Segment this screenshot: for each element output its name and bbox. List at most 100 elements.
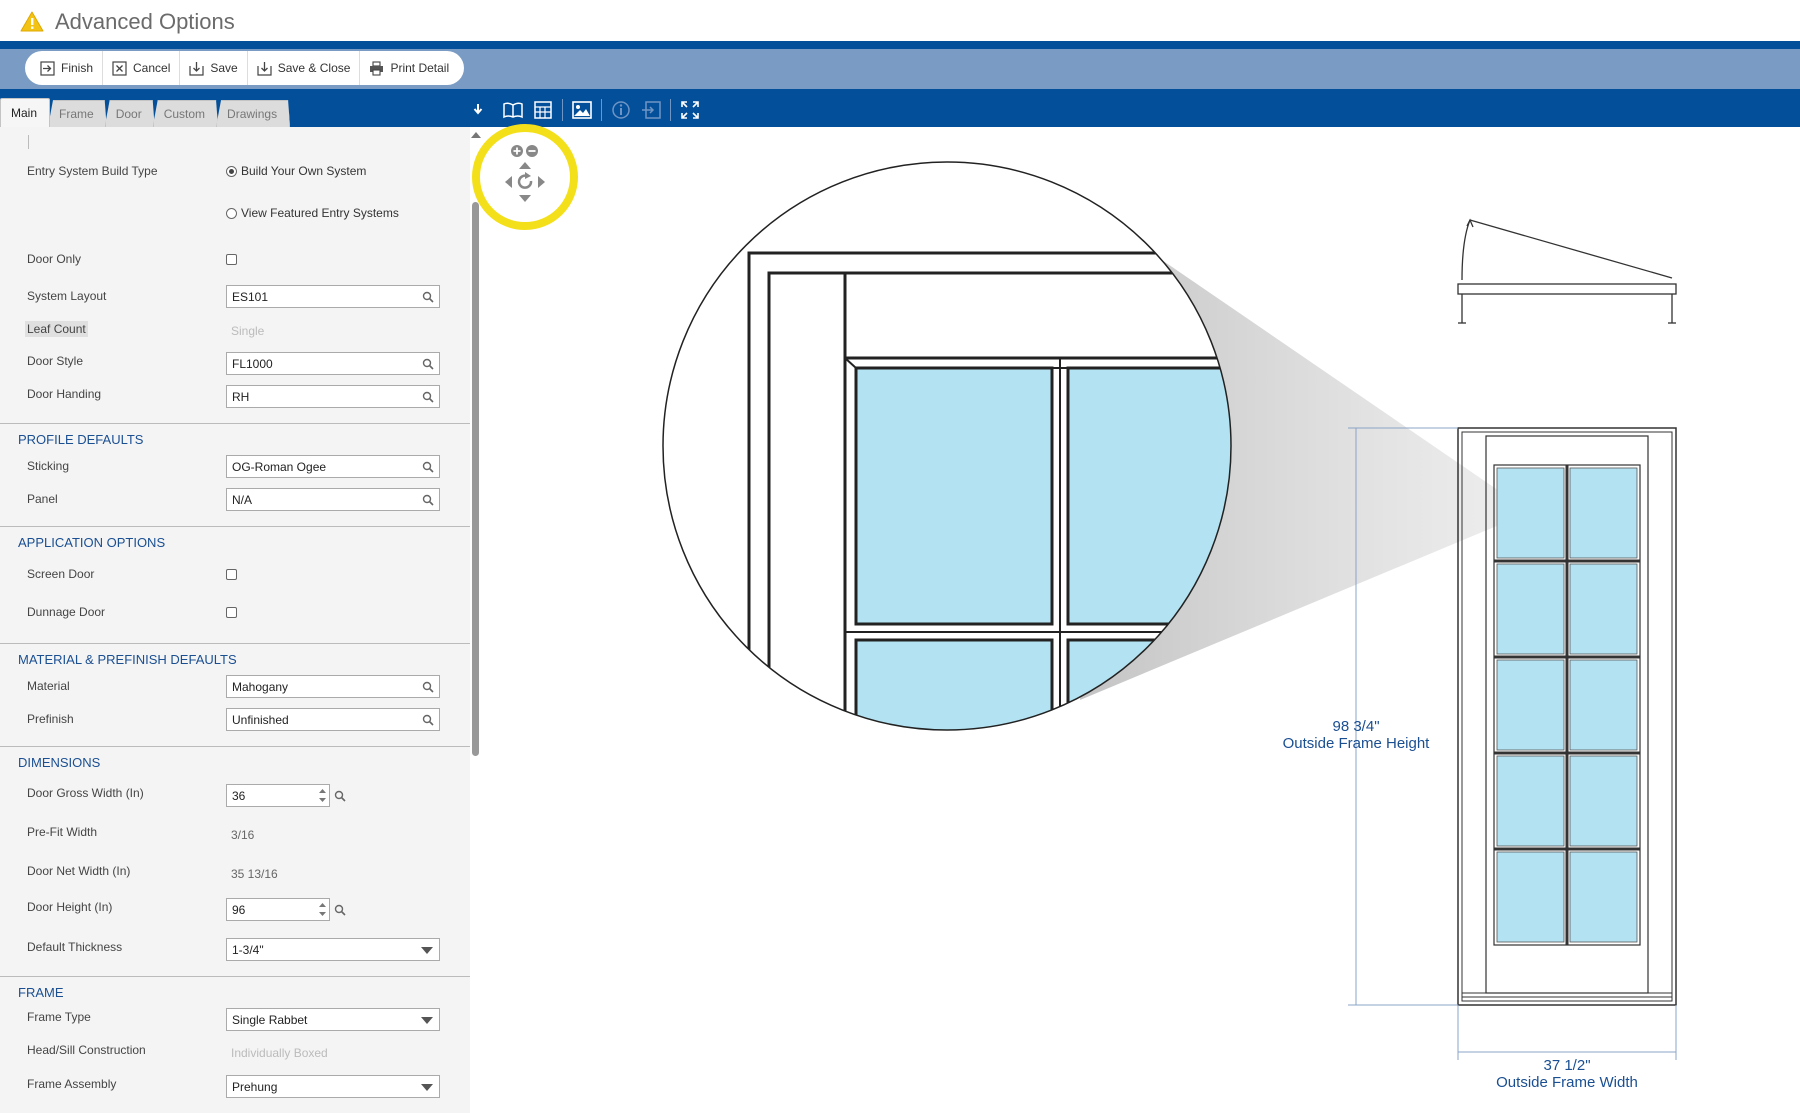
pan-right-icon[interactable] — [538, 176, 545, 188]
import-icon[interactable] — [640, 99, 662, 121]
radio-build-your-own[interactable]: Build Your Own System — [226, 164, 366, 178]
sticking-field[interactable]: OG-Roman Ogee — [226, 455, 440, 478]
door-net-width-label: Door Net Width (In) — [27, 864, 131, 878]
door-height-stepper[interactable]: 96 — [226, 898, 330, 921]
search-icon[interactable] — [422, 391, 434, 403]
search-icon[interactable] — [334, 904, 346, 916]
door-only-label: Door Only — [27, 252, 82, 266]
print-detail-label: Print Detail — [390, 61, 450, 75]
toolbar-separator — [601, 99, 602, 121]
default-thickness-value: 1-3/4" — [232, 943, 264, 957]
door-net-width-value: 35 13/16 — [231, 867, 278, 881]
dunnage-door-checkbox[interactable] — [226, 607, 237, 618]
material-value: Mahogany — [232, 680, 289, 694]
chevron-down-icon[interactable] — [421, 1017, 433, 1024]
radio-dot[interactable] — [226, 165, 237, 177]
screen-door-checkbox[interactable] — [226, 569, 237, 580]
save-label: Save — [210, 61, 238, 75]
section-divider — [0, 976, 470, 977]
image-icon[interactable] — [571, 99, 593, 121]
default-thickness-label: Default Thickness — [27, 940, 123, 954]
main-toolbar: Finish Cancel Save Save & Close Print De… — [25, 51, 465, 85]
pan-left-icon[interactable] — [505, 176, 512, 188]
save-button[interactable]: Save — [180, 51, 248, 85]
download-arrow-icon[interactable] — [472, 102, 484, 116]
chevron-down-icon[interactable] — [421, 1084, 433, 1091]
door-handing-label: Door Handing — [27, 387, 102, 401]
search-icon[interactable] — [422, 494, 434, 506]
dunnage-door-label: Dunnage Door — [27, 605, 106, 619]
tab-custom[interactable]: Custom — [153, 100, 218, 127]
tab-door[interactable]: Door — [105, 100, 155, 127]
finish-label: Finish — [61, 61, 94, 75]
radio-dot[interactable] — [226, 207, 237, 219]
tab-drawings[interactable]: Drawings — [216, 100, 290, 127]
door-gross-width-stepper[interactable]: 36 — [226, 784, 330, 807]
panel-value: N/A — [232, 493, 253, 507]
frame-type-select[interactable]: Single Rabbet — [226, 1008, 440, 1031]
fullscreen-icon[interactable] — [679, 99, 701, 121]
application-options-heading: APPLICATION OPTIONS — [18, 535, 166, 550]
printer-icon — [370, 60, 384, 76]
system-layout-field[interactable]: ES101 — [226, 285, 440, 308]
door-plan-view — [1457, 218, 1677, 324]
width-dimension-label: Outside Frame Width — [1496, 1074, 1638, 1091]
door-only-checkbox[interactable] — [226, 254, 237, 265]
frame-assembly-label: Frame Assembly — [27, 1077, 117, 1091]
search-icon[interactable] — [422, 358, 434, 370]
frame-heading: FRAME — [18, 985, 64, 1000]
tab-bar: Main Frame Door Custom Drawings — [0, 98, 288, 127]
pan-up-icon[interactable] — [519, 162, 531, 169]
radio-build-your-own-label: Build Your Own System — [241, 164, 367, 178]
radio-view-featured[interactable]: View Featured Entry Systems — [226, 206, 399, 220]
system-layout-value: ES101 — [232, 290, 269, 304]
section-divider — [0, 643, 470, 644]
view-toolbar — [502, 96, 701, 124]
zoom-out-icon[interactable] — [526, 145, 538, 157]
door-handing-value: RH — [232, 390, 250, 404]
toolbar-separator — [670, 99, 671, 121]
stepper-arrows-icon[interactable] — [318, 901, 327, 918]
door-style-field[interactable]: FL1000 — [226, 352, 440, 375]
search-icon[interactable] — [422, 461, 434, 473]
tab-main[interactable]: Main — [0, 98, 51, 127]
save-icon — [189, 61, 204, 76]
cancel-button[interactable]: Cancel — [103, 51, 181, 85]
frame-assembly-value: Prehung — [232, 1080, 278, 1094]
height-dimension-label: Outside Frame Height — [1282, 735, 1430, 752]
profile-defaults-heading: PROFILE DEFAULTS — [18, 432, 144, 447]
pre-fit-width-value: 3/16 — [231, 828, 255, 842]
book-icon[interactable] — [502, 99, 524, 121]
search-icon[interactable] — [422, 714, 434, 726]
pan-down-icon[interactable] — [519, 195, 531, 202]
panel-field[interactable]: N/A — [226, 488, 440, 511]
default-thickness-select[interactable]: 1-3/4" — [226, 938, 440, 961]
leaf-count-label: Leaf Count — [25, 321, 88, 337]
zoom-in-icon[interactable] — [511, 145, 523, 157]
stepper-arrows-icon[interactable] — [318, 787, 327, 804]
head-sill-construction-label: Head/Sill Construction — [27, 1043, 146, 1057]
entry-system-build-type-label: Entry System Build Type — [27, 164, 158, 178]
calculator-icon[interactable] — [532, 99, 554, 121]
section-divider — [0, 746, 470, 747]
prefinish-field[interactable]: Unfinished — [226, 708, 440, 731]
panel-scrollbar-thumb[interactable] — [472, 202, 479, 756]
section-divider — [0, 526, 470, 527]
chevron-down-icon[interactable] — [421, 947, 433, 954]
width-dimension: 37 1/2" Outside Frame Width — [1487, 1057, 1647, 1091]
material-field[interactable]: Mahogany — [226, 675, 440, 698]
save-close-button[interactable]: Save & Close — [248, 51, 361, 85]
door-handing-field[interactable]: RH — [226, 385, 440, 408]
door-drawing-canvas[interactable] — [482, 127, 1800, 1113]
door-height-value: 96 — [232, 903, 246, 917]
search-icon[interactable] — [334, 790, 346, 802]
print-detail-button[interactable]: Print Detail — [360, 51, 458, 85]
search-icon[interactable] — [422, 291, 434, 303]
frame-assembly-select[interactable]: Prehung — [226, 1075, 440, 1098]
info-icon[interactable] — [610, 99, 632, 121]
reset-view-icon[interactable] — [517, 172, 533, 189]
cancel-icon — [112, 60, 127, 76]
tab-frame[interactable]: Frame — [48, 100, 107, 127]
search-icon[interactable] — [422, 681, 434, 693]
finish-button[interactable]: Finish — [31, 51, 104, 85]
